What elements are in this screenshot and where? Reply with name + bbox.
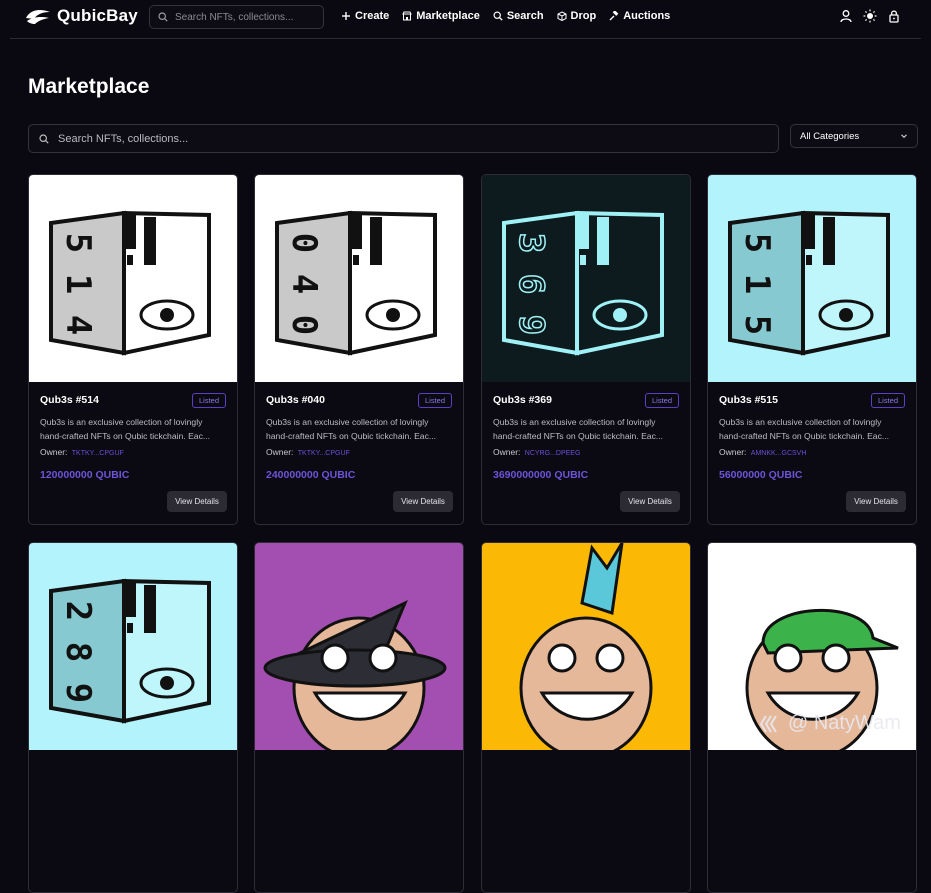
view-details-button[interactable]: View Details — [846, 491, 906, 512]
store-icon — [402, 11, 413, 21]
nft-image[interactable]: 2 8 9 — [29, 543, 237, 750]
nav-create[interactable]: Create — [341, 10, 389, 22]
status-badge: Listed — [417, 393, 452, 408]
category-select-value: All Categories — [800, 130, 860, 142]
svg-text:1: 1 — [58, 274, 98, 294]
view-details-button[interactable]: View Details — [620, 491, 680, 512]
top-right-actions — [839, 9, 901, 23]
owner-label: Owner: — [493, 447, 521, 457]
owner-address[interactable]: TKTKY...CPGUF — [72, 450, 124, 457]
owner-address[interactable]: TKTKY...CPGUF — [298, 450, 350, 457]
chevron-down-icon — [901, 134, 907, 139]
diamond-logo-icon — [760, 714, 777, 733]
box-icon — [557, 11, 567, 21]
status-badge: Listed — [870, 393, 905, 408]
nft-card[interactable]: 5 1 5 Qub3s #515 Listed Qub3s is an exclus… — [707, 174, 917, 525]
owner-label: Owner: — [266, 447, 294, 457]
svg-text:3: 3 — [511, 233, 551, 253]
owner-address[interactable]: AMNKK...GCSVH — [751, 450, 807, 457]
svg-text:8: 8 — [58, 642, 98, 662]
header-divider — [10, 38, 921, 39]
nft-image[interactable]: 5 1 5 — [708, 175, 916, 382]
owner-label: Owner: — [40, 447, 68, 457]
nft-price: 56000000 QUBIC — [719, 469, 803, 481]
view-details-button[interactable]: View Details — [167, 491, 227, 512]
marketplace-search-box[interactable] — [28, 124, 779, 153]
svg-text:9: 9 — [511, 315, 551, 335]
svg-text:5: 5 — [737, 233, 777, 253]
svg-text:1: 1 — [737, 274, 777, 294]
nft-owner: Owner: TKTKY...CPGUF — [40, 447, 226, 457]
top-search-box[interactable] — [149, 5, 324, 29]
nav-create-label: Create — [355, 10, 390, 22]
main-nav: Create Marketplace Search Drop Auctions — [341, 10, 670, 22]
brand-logo[interactable]: QubicBay — [25, 6, 138, 26]
nav-drop-label: Drop — [570, 10, 597, 22]
svg-text:2: 2 — [58, 601, 98, 621]
owner-address[interactable]: NCYRG...DPEEG — [525, 450, 581, 457]
status-badge: Listed — [191, 393, 226, 408]
watermark-text: @ NatyWam — [788, 712, 901, 734]
svg-text:0: 0 — [284, 315, 324, 335]
nft-image[interactable]: 0 4 0 — [255, 175, 463, 382]
owner-label: Owner: — [719, 447, 747, 457]
svg-text:5: 5 — [737, 315, 777, 335]
status-badge: Listed — [644, 393, 679, 408]
plus-icon — [342, 12, 350, 20]
brand-name: QubicBay — [57, 6, 138, 25]
nft-card-body: Qub3s #369 Listed Qub3s is an exclusive … — [482, 382, 690, 524]
svg-text:6: 6 — [511, 274, 551, 294]
nft-card-body: Qub3s #040 Listed Qub3s is an exclusive … — [255, 382, 463, 524]
svg-text:0: 0 — [284, 233, 324, 253]
nav-marketplace-label: Marketplace — [416, 10, 480, 22]
nft-card-body: Qub3s #515 Listed Qub3s is an exclusive … — [708, 382, 916, 524]
nft-owner: Owner: NCYRG...DPEEG — [493, 447, 679, 457]
nft-card[interactable]: 2 8 9 — [28, 542, 238, 893]
nft-card[interactable]: 5 1 4 Qub3s #514 Listed Qub3s is an exclus… — [28, 174, 238, 525]
search-icon — [158, 12, 168, 22]
svg-text:4: 4 — [58, 315, 98, 335]
gavel-icon — [609, 11, 619, 21]
top-navbar: QubicBay Create Marketplace Search Drop … — [0, 0, 931, 35]
nft-card[interactable]: 3 6 9 Qub3s #369 Listed Qub3s is an exclus… — [481, 174, 691, 525]
nft-price: 3690000000 QUBIC — [493, 469, 589, 481]
search-icon — [493, 11, 503, 21]
nft-price: 120000000 QUBIC — [40, 469, 130, 481]
nav-auctions-label: Auctions — [623, 10, 671, 22]
nft-card-body: Qub3s #514 Listed Qub3s is an exclusive … — [29, 382, 237, 524]
svg-text:9: 9 — [58, 683, 98, 703]
sun-icon[interactable] — [863, 9, 877, 23]
search-icon — [39, 133, 49, 144]
nft-image[interactable]: 5 1 4 — [29, 175, 237, 382]
lock-icon[interactable] — [887, 9, 901, 23]
nft-owner: Owner: AMNKK...GCSVH — [719, 447, 905, 457]
nft-image[interactable] — [255, 543, 463, 750]
svg-text:5: 5 — [58, 233, 98, 253]
marketplace-search-input[interactable] — [58, 132, 748, 145]
nav-search[interactable]: Search — [493, 10, 544, 22]
nft-image[interactable] — [482, 543, 690, 750]
nav-marketplace[interactable]: Marketplace — [402, 10, 480, 22]
nav-drop[interactable]: Drop — [557, 10, 597, 22]
wave-logo-icon — [26, 10, 50, 24]
watermark: @ NatyWam — [760, 712, 901, 735]
user-icon[interactable] — [839, 9, 853, 23]
page-title: Marketplace — [28, 75, 150, 98]
nav-auctions[interactable]: Auctions — [609, 10, 670, 22]
svg-text:4: 4 — [284, 274, 324, 294]
nft-description: Qub3s is an exclusive collection of lovi… — [266, 417, 437, 441]
nft-card[interactable] — [254, 542, 464, 893]
nft-image[interactable]: 3 6 9 — [482, 175, 690, 382]
nft-price: 240000000 QUBIC — [266, 469, 356, 481]
nft-card[interactable] — [481, 542, 691, 893]
nft-card[interactable]: 0 4 0 Qub3s #040 Listed Qub3s is an exclus… — [254, 174, 464, 525]
view-details-button[interactable]: View Details — [393, 491, 453, 512]
nav-search-label: Search — [506, 10, 544, 22]
top-search-input[interactable] — [175, 11, 315, 23]
nft-description: Qub3s is an exclusive collection of lovi… — [40, 417, 211, 441]
nft-description: Qub3s is an exclusive collection of lovi… — [719, 417, 890, 441]
nft-description: Qub3s is an exclusive collection of lovi… — [493, 417, 664, 441]
category-select[interactable]: All Categories — [790, 124, 918, 148]
nft-owner: Owner: TKTKY...CPGUF — [266, 447, 452, 457]
